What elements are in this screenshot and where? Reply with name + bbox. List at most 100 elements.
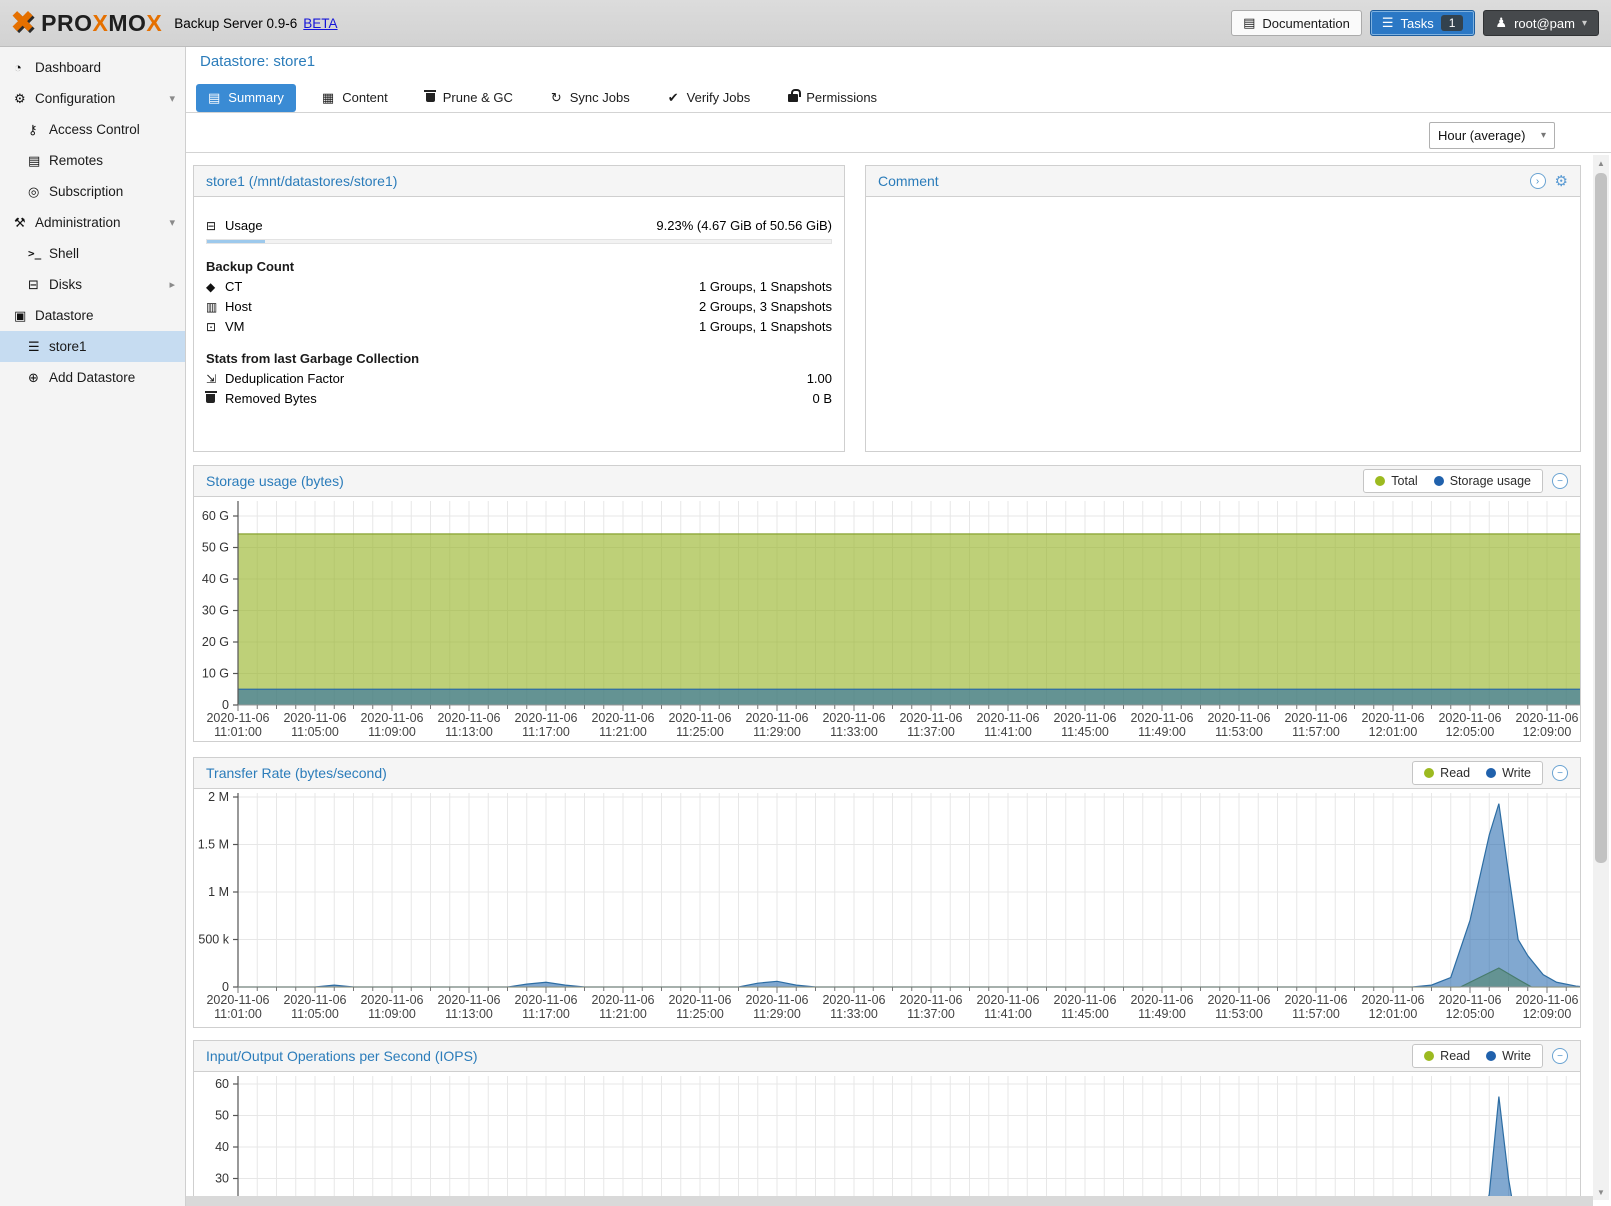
toolbar-divider [186,152,1611,153]
legend-item-read[interactable]: Read [1424,1049,1470,1063]
sidebar-item-label: Remotes [49,153,103,168]
svg-text:11:57:00: 11:57:00 [1292,725,1340,739]
svg-text:50 G: 50 G [202,541,229,555]
svg-text:2020-11-06: 2020-11-06 [745,711,808,725]
user-icon: ♟ [1495,15,1507,31]
tasks-button[interactable]: ☰ Tasks 1 [1370,10,1476,36]
tasks-count-badge: 1 [1441,15,1464,31]
sidebar-item-disks[interactable]: ⊟Disks▸ [0,269,185,300]
svg-text:12:01:00: 12:01:00 [1369,725,1418,739]
svg-text:11:17:00: 11:17:00 [522,1007,570,1021]
svg-text:2020-11-06: 2020-11-06 [668,993,731,1007]
access-control-icon: ⚷ [28,122,49,138]
tab-verify-jobs[interactable]: ✔Verify Jobs [656,84,763,112]
sidebar-item-store1[interactable]: ☰store1 [0,331,185,362]
tab-prune-gc[interactable]: Prune & GC [414,84,525,112]
trash-icon [206,391,225,406]
list-icon: ☰ [1382,15,1394,31]
svg-text:30: 30 [215,1172,229,1186]
svg-text:11:53:00: 11:53:00 [1215,725,1263,739]
legend-item-total[interactable]: Total [1375,474,1417,488]
svg-text:2020-11-06: 2020-11-06 [437,993,500,1007]
sidebar-item-remotes[interactable]: ▤Remotes [0,145,185,176]
chevron-down-icon[interactable]: ▾ [169,216,175,229]
horizontal-scrollbar-track[interactable] [186,1196,1593,1206]
configuration-icon: ⚙ [14,91,35,107]
dashboard-icon: ◔ [14,60,35,75]
legend-item-storage-usage[interactable]: Storage usage [1434,474,1531,488]
svg-text:2020-11-06: 2020-11-06 [591,993,654,1007]
scrollbar-thumb[interactable] [1595,173,1607,863]
check-circle-icon: ✔ [668,90,679,106]
add-circle-icon: ⊕ [28,370,49,386]
collapse-circle-icon[interactable]: − [1552,1048,1568,1064]
documentation-button[interactable]: ▤ Documentation [1231,10,1362,36]
chevron-right-icon[interactable]: ▸ [169,278,175,291]
svg-text:11:45:00: 11:45:00 [1061,1007,1109,1021]
scroll-down-arrow-icon[interactable]: ▼ [1593,1184,1609,1200]
sidebar-item-add-datastore[interactable]: ⊕Add Datastore [0,362,185,393]
sidebar-item-access-control[interactable]: ⚷Access Control [0,114,185,145]
legend-label: Write [1502,1049,1531,1063]
chevron-down-icon[interactable]: ▾ [169,92,175,105]
iops-chart: 01020304050602020-11-0611:01:002020-11-0… [194,1072,1580,1200]
svg-text:11:33:00: 11:33:00 [830,725,878,739]
svg-text:2020-11-06: 2020-11-06 [668,711,731,725]
svg-text:20 G: 20 G [202,635,229,649]
user-label: root@pam [1514,16,1575,31]
sidebar-item-shell[interactable]: >_Shell [0,238,185,269]
gear-icon[interactable]: ⚙ [1555,172,1568,190]
svg-text:0: 0 [222,698,229,712]
svg-text:12:09:00: 12:09:00 [1523,725,1572,739]
administration-icon: ⚒ [14,215,35,231]
svg-text:12:05:00: 12:05:00 [1446,725,1495,739]
svg-text:11:33:00: 11:33:00 [830,1007,878,1021]
svg-text:2020-11-06: 2020-11-06 [1361,993,1424,1007]
vertical-scrollbar[interactable]: ▲ ▼ [1593,155,1609,1200]
trash-icon [426,93,435,102]
storage-usage-chart: 010 G20 G30 G40 G50 G60 G2020-11-0611:01… [194,497,1580,741]
sidebar-item-administration[interactable]: ⚒Administration▾ [0,207,185,238]
tab-content[interactable]: ▦Content [310,84,400,112]
legend-item-read[interactable]: Read [1424,766,1470,780]
svg-text:11:53:00: 11:53:00 [1215,1007,1263,1021]
trash-icon [206,394,215,403]
chevron-down-icon: ▾ [1582,18,1587,29]
tab-permissions[interactable]: Permissions [776,84,889,112]
proxmox-wordmark: PROXMOX [41,10,162,37]
tab-label: Sync Jobs [570,90,630,105]
collapse-circle-icon[interactable]: − [1552,473,1568,489]
tab-summary[interactable]: ▤Summary [196,84,296,112]
gc-stats-heading: Stats from last Garbage Collection [206,348,832,368]
legend-dot-icon [1486,1051,1496,1061]
svg-text:11:21:00: 11:21:00 [599,725,647,739]
svg-text:2020-11-06: 2020-11-06 [1361,711,1424,725]
collapse-circle-icon[interactable]: − [1552,765,1568,781]
legend-dot-icon [1424,1051,1434,1061]
beta-link[interactable]: BETA [303,16,337,31]
sync-icon: ↻ [551,90,562,106]
sidebar-item-datastore[interactable]: ▣Datastore [0,300,185,331]
svg-text:40: 40 [215,1140,229,1154]
sidebar-item-dashboard[interactable]: ◔Dashboard [0,52,185,83]
tab-sync-jobs[interactable]: ↻ Sync Jobs [539,84,642,112]
time-range-select[interactable]: Hour (average) ▾ [1429,122,1555,149]
svg-text:11:29:00: 11:29:00 [753,1007,801,1021]
scroll-up-arrow-icon[interactable]: ▲ [1593,155,1609,171]
sidebar-item-configuration[interactable]: ⚙Configuration▾ [0,83,185,114]
tab-label: Permissions [806,90,877,105]
row-value: 0 B [812,391,832,406]
svg-text:11:05:00: 11:05:00 [291,1007,339,1021]
transfer-rate-chart-panel: Transfer Rate (bytes/second) ReadWrite −… [193,757,1581,1028]
chevron-circle-icon[interactable]: › [1530,173,1546,189]
usage-row: ⊟ Usage 9.23% (4.67 GiB of 50.56 GiB) [206,216,832,235]
user-menu-button[interactable]: ♟ root@pam ▾ [1483,10,1599,36]
sidebar-item-subscription[interactable]: ◎Subscription [0,176,185,207]
legend-dot-icon [1434,476,1444,486]
svg-text:2020-11-06: 2020-11-06 [822,711,885,725]
unlock-icon [788,90,798,105]
proxmox-x-icon: ✖ [10,8,35,38]
legend-item-write[interactable]: Write [1486,766,1531,780]
datastore-icon: ▣ [14,308,35,324]
legend-item-write[interactable]: Write [1486,1049,1531,1063]
